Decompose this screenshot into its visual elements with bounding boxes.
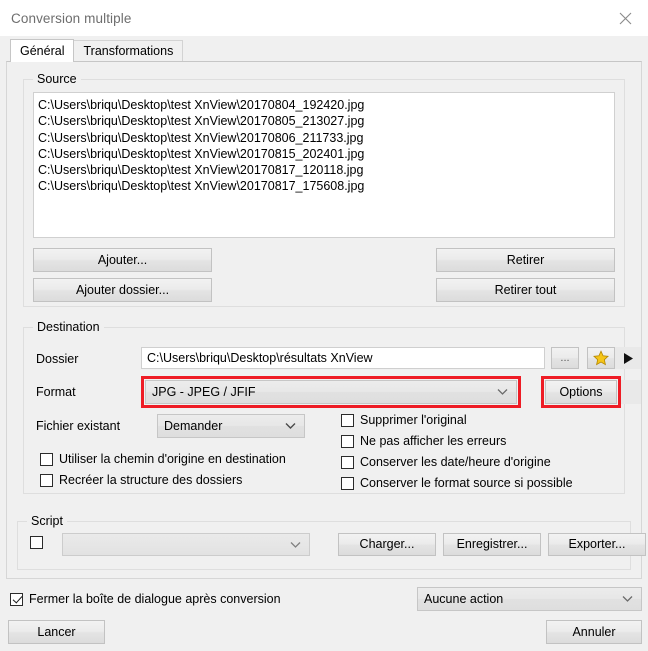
cancel-button[interactable]: Annuler xyxy=(546,620,642,644)
tab-page-general: Source C:\Users\briqu\Desktop\test XnVie… xyxy=(6,61,646,579)
checkbox-label: Conserver le format source si possible xyxy=(360,476,573,490)
tabstrip: Général Transformations xyxy=(10,39,648,62)
checkbox-box[interactable] xyxy=(341,413,354,427)
checkbox-box[interactable] xyxy=(341,476,354,490)
format-combobox[interactable]: JPG - JPEG / JFIF xyxy=(145,380,517,404)
existing-file-value: Demander xyxy=(164,419,223,433)
existing-file-label: Fichier existant xyxy=(36,419,121,433)
list-item[interactable]: C:\Users\briqu\Desktop\test XnView\20170… xyxy=(38,113,614,129)
checkbox-delete-original[interactable]: Supprimer l'original xyxy=(341,413,467,427)
list-item[interactable]: C:\Users\briqu\Desktop\test XnView\20170… xyxy=(38,146,614,162)
list-item[interactable]: C:\Users\briqu\Desktop\test XnView\20170… xyxy=(38,97,614,113)
remove-all-button[interactable]: Retirer tout xyxy=(436,278,615,302)
window-titlebar: Conversion multiple xyxy=(0,0,648,36)
tab-transformations[interactable]: Transformations xyxy=(73,40,184,62)
checkbox-label: Ne pas afficher les erreurs xyxy=(360,434,507,448)
export-script-button[interactable]: Exporter... xyxy=(548,533,646,556)
destination-group-title: Destination xyxy=(33,320,104,334)
add-files-button[interactable]: Ajouter... xyxy=(33,248,212,272)
options-button[interactable]: Options xyxy=(545,380,617,404)
script-combobox[interactable] xyxy=(62,533,310,556)
list-item[interactable]: C:\Users\briqu\Desktop\test XnView\20170… xyxy=(38,130,614,146)
checkbox-box[interactable] xyxy=(341,434,354,448)
checkbox-hide-errors[interactable]: Ne pas afficher les erreurs xyxy=(341,434,506,448)
script-group: Script Charger... Enregistrer... Exporte… xyxy=(17,514,646,570)
chevron-down-icon xyxy=(497,389,508,396)
checkbox-box[interactable] xyxy=(40,473,53,487)
post-action-combobox[interactable]: Aucune action xyxy=(417,587,642,611)
checkbox-box[interactable] xyxy=(10,592,23,606)
script-group-title: Script xyxy=(27,514,67,528)
destination-group: Destination Dossier C:\Users\briqu\Deskt… xyxy=(23,320,641,494)
list-item[interactable]: C:\Users\briqu\Desktop\test XnView\20170… xyxy=(38,178,614,194)
list-item[interactable]: C:\Users\briqu\Desktop\test XnView\20170… xyxy=(38,162,614,178)
chevron-down-icon xyxy=(290,541,301,548)
checkbox-label: Supprimer l'original xyxy=(360,413,467,427)
checkbox-keep-original-dates[interactable]: Conserver les date/heure d'origine xyxy=(341,455,551,469)
source-group-title: Source xyxy=(33,72,81,86)
checkbox-box[interactable] xyxy=(40,452,53,466)
chevron-down-icon xyxy=(622,596,633,603)
format-value: JPG - JPEG / JFIF xyxy=(152,385,256,399)
format-label: Format xyxy=(36,385,76,399)
remove-button[interactable]: Retirer xyxy=(436,248,615,272)
post-action-value: Aucune action xyxy=(424,592,504,606)
checkbox-keep-source-format[interactable]: Conserver le format source si possible xyxy=(341,476,573,490)
star-icon[interactable] xyxy=(587,347,615,369)
checkbox-close-after-conversion[interactable]: Fermer la boîte de dialogue après conver… xyxy=(10,592,281,606)
load-script-button[interactable]: Charger... xyxy=(338,533,436,556)
options-spacer xyxy=(619,380,641,404)
add-folder-button[interactable]: Ajouter dossier... xyxy=(33,278,212,302)
folder-input[interactable]: C:\Users\briqu\Desktop\résultats XnView xyxy=(141,347,545,369)
checkbox-box[interactable] xyxy=(341,455,354,469)
source-group: Source C:\Users\briqu\Desktop\test XnVie… xyxy=(23,72,625,307)
save-script-button[interactable]: Enregistrer... xyxy=(443,533,541,556)
start-button[interactable]: Lancer xyxy=(8,620,105,644)
tab-general[interactable]: Général xyxy=(10,39,75,62)
folder-label: Dossier xyxy=(36,352,79,366)
checkbox-label: Fermer la boîte de dialogue après conver… xyxy=(29,592,281,606)
checkbox-enable-script[interactable] xyxy=(30,536,43,549)
checkbox-use-origin-path[interactable]: Utiliser la chemin d'origine en destinat… xyxy=(40,452,286,466)
play-arrow-icon[interactable] xyxy=(615,347,641,369)
checkbox-label: Conserver les date/heure d'origine xyxy=(360,455,551,469)
checkbox-label: Recréer la structure des dossiers xyxy=(59,473,243,487)
chevron-down-icon xyxy=(285,423,296,430)
existing-file-combobox[interactable]: Demander xyxy=(157,414,305,438)
source-file-list[interactable]: C:\Users\briqu\Desktop\test XnView\20170… xyxy=(33,92,615,238)
checkbox-label: Utiliser la chemin d'origine en destinat… xyxy=(59,452,286,466)
checkbox-recreate-folder-structure[interactable]: Recréer la structure des dossiers xyxy=(40,473,242,487)
window-title: Conversion multiple xyxy=(11,10,132,26)
browse-button[interactable]: ... xyxy=(551,347,579,369)
close-icon[interactable] xyxy=(602,0,648,36)
